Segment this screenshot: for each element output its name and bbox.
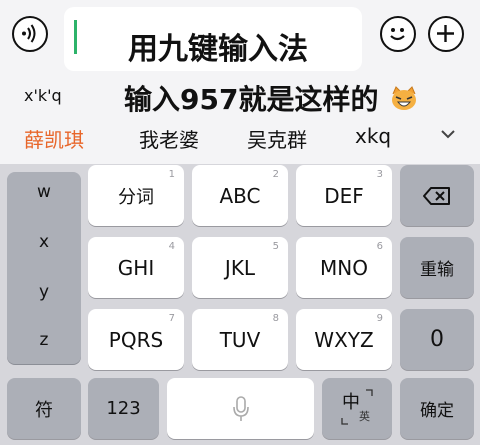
key-label: DEF xyxy=(324,183,364,208)
candidate-item-2[interactable]: 我老婆 xyxy=(139,124,199,153)
candidate-item-3[interactable]: 吴克群 xyxy=(247,124,307,153)
caption-line-2-text: 输入957就是这样的 xyxy=(124,83,379,116)
voice-input-button[interactable] xyxy=(12,16,48,52)
symbol-key[interactable]: 符 xyxy=(7,378,81,439)
caption-line-1: 用九键输入法 xyxy=(128,32,308,67)
key-number: 2 xyxy=(272,169,279,180)
key-number: 1 xyxy=(168,169,175,180)
symbol-label: 符 xyxy=(35,399,53,421)
numeric-key[interactable]: 123 xyxy=(88,378,159,439)
side-letter-column[interactable]: w x y z xyxy=(7,172,81,364)
key-3-def[interactable]: DEF 3 xyxy=(296,165,392,226)
key-label: JKL xyxy=(224,255,256,280)
key-number: 8 xyxy=(272,313,279,324)
reinput-label: 重输 xyxy=(420,260,454,280)
key-number: 3 xyxy=(376,169,383,180)
zero-key[interactable]: 0 xyxy=(400,309,474,370)
key-7-pqrs[interactable]: PQRS 7 xyxy=(88,309,184,370)
confirm-label: 确定 xyxy=(420,401,454,421)
text-cursor xyxy=(74,20,77,54)
key-4-ghi[interactable]: GHI 4 xyxy=(88,237,184,298)
key-label: ABC xyxy=(219,183,261,208)
emoji-button[interactable] xyxy=(380,16,416,52)
smiley-icon xyxy=(390,28,405,41)
reinput-button[interactable]: 重输 xyxy=(400,237,474,298)
pinyin-composition: x'k'q xyxy=(24,86,62,105)
numeric-label: 123 xyxy=(106,398,141,419)
space-key[interactable] xyxy=(167,378,314,439)
key-label: GHI xyxy=(117,255,155,280)
key-label: MNO xyxy=(320,255,368,280)
key-number: 6 xyxy=(376,241,383,252)
backspace-icon xyxy=(423,186,450,205)
laughing-cat-emoji-icon xyxy=(392,86,417,110)
sound-wave-icon xyxy=(22,24,36,43)
delete-button[interactable] xyxy=(400,165,474,226)
caption-line-2: 输入957就是这样的 xyxy=(124,78,418,118)
microphone-icon xyxy=(232,395,249,421)
key-number: 7 xyxy=(168,313,175,324)
switch-corner-icon xyxy=(341,389,373,425)
candidate-item-4[interactable]: xkq xyxy=(355,124,391,148)
side-letter-w[interactable]: w xyxy=(7,182,81,202)
key-5-jkl[interactable]: JKL 5 xyxy=(192,237,288,298)
key-2-abc[interactable]: ABC 2 xyxy=(192,165,288,226)
side-letter-z[interactable]: z xyxy=(7,330,81,350)
candidate-item-1[interactable]: 薛凯琪 xyxy=(24,124,84,153)
key-number: 5 xyxy=(272,241,279,252)
key-number: 9 xyxy=(376,313,383,324)
language-switch-key[interactable]: 中 英 xyxy=(322,378,392,439)
key-6-mno[interactable]: MNO 6 xyxy=(296,237,392,298)
key-label: 分词 xyxy=(118,186,154,208)
add-button[interactable] xyxy=(428,16,464,52)
key-8-tuv[interactable]: TUV 8 xyxy=(192,309,288,370)
confirm-button[interactable]: 确定 xyxy=(400,378,474,439)
plus-icon xyxy=(437,25,454,42)
chevron-down-icon[interactable] xyxy=(440,128,456,140)
side-letter-x[interactable]: x xyxy=(7,232,81,252)
zero-label: 0 xyxy=(430,327,444,352)
key-label: TUV xyxy=(219,327,261,352)
side-letter-y[interactable]: y xyxy=(7,282,81,302)
key-number: 4 xyxy=(168,241,175,252)
key-label: PQRS xyxy=(108,327,164,352)
key-9-wxyz[interactable]: WXYZ 9 xyxy=(296,309,392,370)
key-1-fenci[interactable]: 分词 1 xyxy=(88,165,184,226)
key-label: WXYZ xyxy=(314,327,374,352)
